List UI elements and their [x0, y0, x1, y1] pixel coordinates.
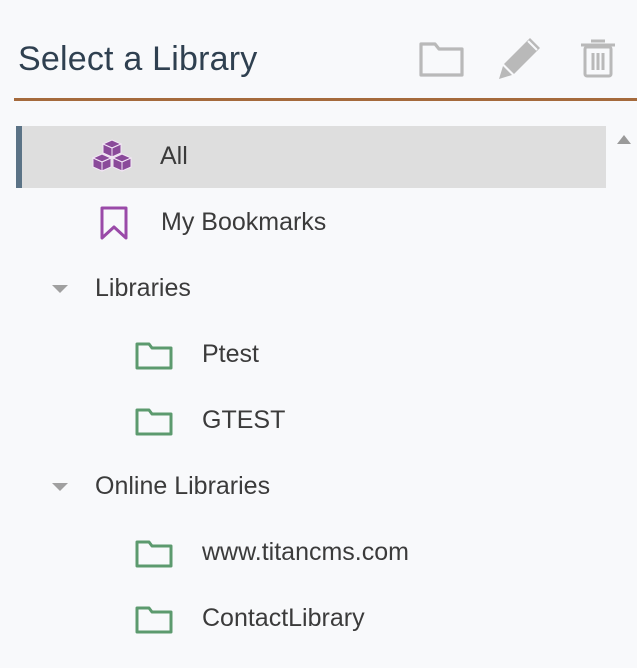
- tree-item-ptest[interactable]: Ptest: [0, 324, 606, 386]
- tree-item-my-bookmarks[interactable]: My Bookmarks: [0, 192, 606, 254]
- tree-item-all[interactable]: All: [16, 126, 606, 188]
- cubes-icon: [92, 139, 132, 175]
- folder-outline-icon: [419, 42, 464, 77]
- edit-button[interactable]: [494, 32, 546, 84]
- tree-item-titancms[interactable]: www.titancms.com: [0, 522, 606, 584]
- tree-item-label: All: [160, 142, 188, 170]
- folder-icon: [134, 535, 174, 571]
- tree-group-label: Online Libraries: [95, 472, 271, 500]
- caret-down-icon[interactable]: [52, 483, 68, 491]
- vertical-scrollbar[interactable]: [609, 126, 637, 668]
- new-folder-button[interactable]: [416, 32, 468, 84]
- tree-group-online-libraries[interactable]: Online Libraries: [0, 456, 606, 518]
- folder-icon: [134, 601, 174, 637]
- bookmark-icon: [96, 205, 136, 241]
- tree-group-libraries[interactable]: Libraries: [0, 258, 606, 320]
- header-divider: [14, 98, 637, 101]
- pencil-icon: [499, 38, 540, 79]
- panel-title: Select a Library: [18, 40, 258, 78]
- tree-item-label: GTEST: [202, 406, 286, 434]
- tree-item-contactlibrary[interactable]: ContactLibrary: [0, 588, 606, 650]
- tree-item-gtest[interactable]: GTEST: [0, 390, 606, 452]
- scroll-up-arrow-icon[interactable]: [617, 135, 631, 144]
- folder-icon: [134, 403, 174, 439]
- delete-button[interactable]: [572, 32, 624, 84]
- library-tree: All My Bookmarks Libraries Ptest GTEST O…: [0, 126, 637, 668]
- caret-down-icon[interactable]: [52, 285, 68, 293]
- folder-icon: [134, 337, 174, 373]
- tree-group-label: Libraries: [95, 274, 191, 302]
- library-panel-header: Select a Library: [0, 0, 637, 100]
- tree-item-label: Ptest: [202, 340, 259, 368]
- trash-icon: [581, 39, 615, 78]
- tree-item-label: www.titancms.com: [202, 538, 409, 566]
- tree-item-label: ContactLibrary: [202, 604, 365, 632]
- tree-item-label: My Bookmarks: [161, 208, 327, 236]
